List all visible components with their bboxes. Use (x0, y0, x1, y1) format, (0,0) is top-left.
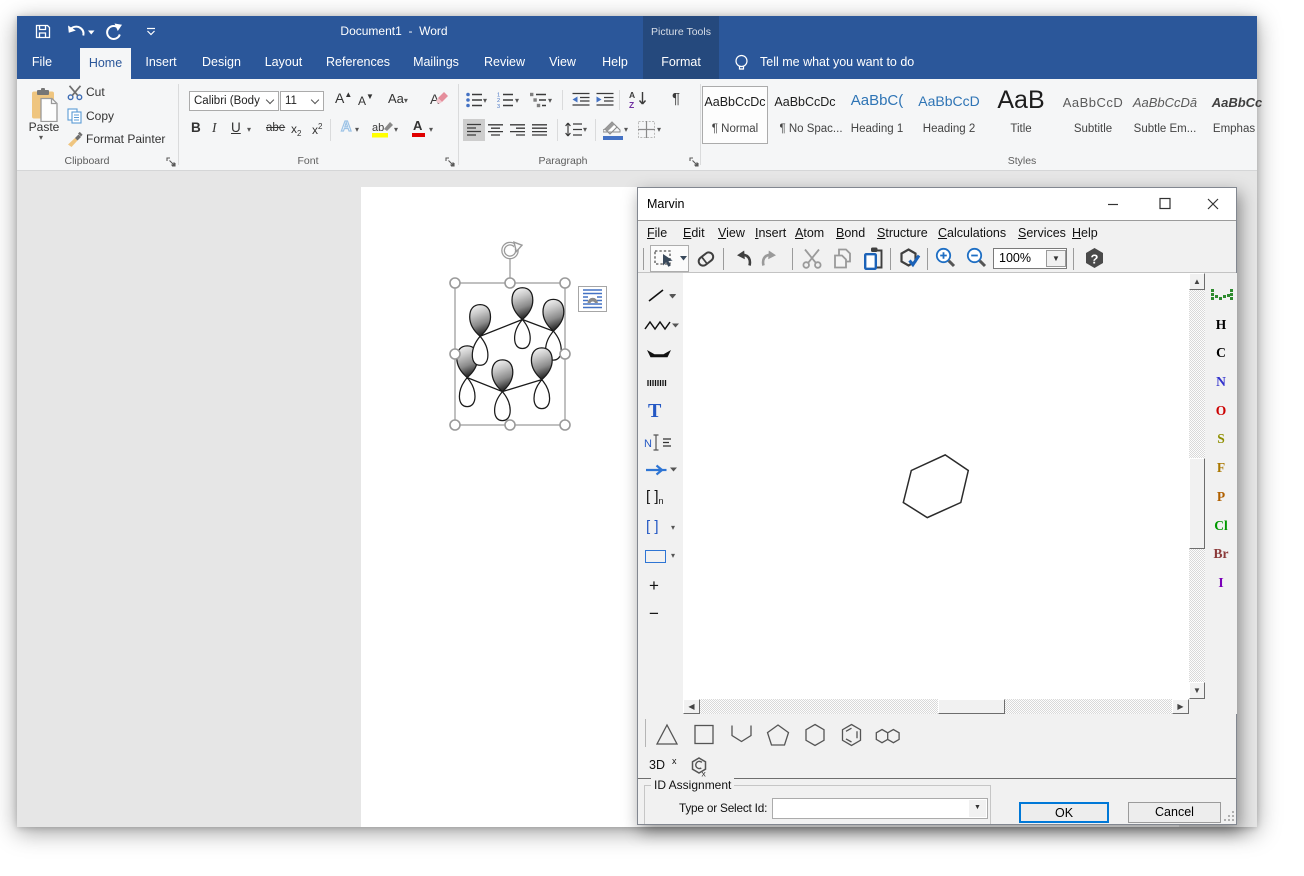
svg-text:Z: Z (629, 100, 634, 109)
svg-text:N: N (644, 438, 652, 450)
svg-text:3: 3 (497, 104, 500, 108)
svg-text:A: A (629, 90, 635, 100)
svg-text:ab: ab (372, 122, 384, 134)
svg-text:x: x (702, 769, 707, 779)
svg-text:?: ? (1091, 252, 1099, 267)
